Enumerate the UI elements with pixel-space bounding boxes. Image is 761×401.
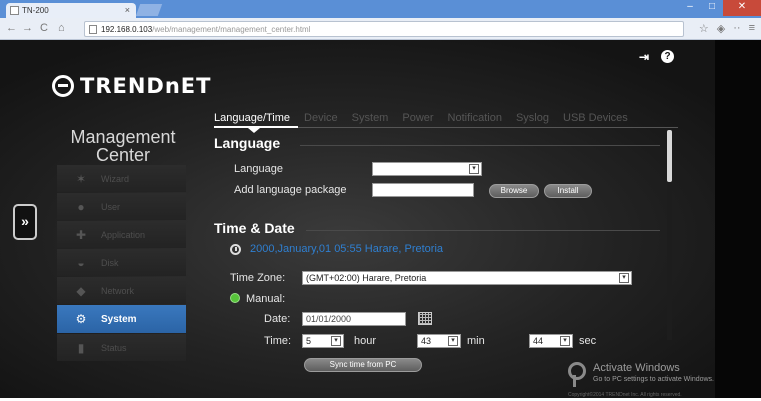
close-tab-icon[interactable]: × — [125, 5, 130, 15]
browser-titlebar: TN-200 × – □ ✕ — [0, 0, 761, 18]
activate-windows-title: Activate Windows — [593, 362, 680, 374]
chevron-down-icon: ▾ — [619, 273, 629, 283]
clock-icon — [230, 244, 241, 255]
activate-windows-subtitle: Go to PC settings to activate Windows. — [593, 376, 714, 383]
time-date-divider — [306, 230, 660, 231]
url-path: /web/management/management_center.html — [152, 25, 311, 34]
browser-tab[interactable]: TN-200 × — [6, 3, 136, 18]
chevron-down-icon: ▾ — [469, 164, 479, 174]
system-gear-icon: ⚙ — [75, 312, 87, 326]
timezone-label: Time Zone: — [230, 272, 286, 284]
back-arrow-icon[interactable]: ← — [6, 22, 17, 34]
active-tab-notch — [248, 128, 260, 133]
tab-device[interactable]: Device — [304, 112, 338, 124]
language-select[interactable]: ▾ — [372, 162, 482, 176]
scrollbar-thumb[interactable] — [667, 130, 672, 182]
language-divider — [300, 145, 660, 146]
home-icon[interactable]: ⌂ — [58, 22, 65, 34]
disk-icon: ◒ — [77, 255, 85, 270]
time-date-heading: Time & Date — [214, 220, 295, 236]
minute-select[interactable]: 43 ▾ — [417, 334, 461, 348]
browser-toolbar: ← → C ⌂ 192.168.0.103/web/management/man… — [0, 18, 761, 40]
user-icon: ● — [77, 199, 85, 214]
forward-arrow-icon[interactable]: → — [22, 22, 33, 34]
menu-icon[interactable]: ≡ — [749, 22, 755, 35]
logo-wordmark: TRENDnET — [80, 74, 212, 98]
current-datetime: 2000,January,01 05:55 Harare, Pretoria — [250, 243, 444, 255]
window-controls: – □ ✕ — [679, 0, 761, 16]
add-language-package-label: Add language package — [234, 184, 347, 196]
sidebar-menu: ✶ Wizard ● User ✚ Application ◒ Disk ◆ N… — [57, 165, 186, 362]
chevron-down-icon: ▾ — [331, 336, 341, 346]
time-label: Time: — [264, 335, 292, 347]
extension-icon[interactable]: ◈ — [717, 22, 725, 35]
second-select[interactable]: 44 ▾ — [529, 334, 573, 348]
sidebar-item-system[interactable]: ⚙ System — [57, 305, 186, 333]
chevron-down-icon: ▾ — [560, 336, 570, 346]
tab-power[interactable]: Power — [402, 112, 433, 124]
puzzle-icon: ✚ — [75, 227, 87, 242]
date-input[interactable]: 01/01/2000 — [302, 312, 406, 326]
help-icon[interactable]: ? — [661, 50, 675, 63]
key-icon — [565, 362, 586, 387]
hour-unit: hour — [354, 335, 377, 347]
browser-extensions: ☆ ◈ ·· ≡ — [699, 22, 755, 35]
sidebar-item-disk[interactable]: ◒ Disk — [57, 249, 186, 276]
trendnet-logo: TRENDnET — [52, 74, 211, 98]
logo-mark-icon — [52, 75, 74, 97]
header-actions: ⇥ ? — [639, 50, 675, 64]
status-bars-icon: ▮ — [77, 340, 85, 355]
tab-notification[interactable]: Notification — [448, 112, 502, 124]
tab-system[interactable]: System — [352, 112, 389, 124]
new-tab-button[interactable] — [135, 4, 163, 16]
sync-time-button[interactable]: Sync time from PC — [304, 358, 422, 372]
timezone-select[interactable]: (GMT+02:00) Harare, Pretoria ▾ — [302, 271, 632, 285]
reload-icon[interactable]: C — [40, 22, 48, 34]
minimize-icon[interactable]: – — [679, 0, 701, 16]
manual-label: Manual: — [246, 293, 286, 305]
tab-syslog[interactable]: Syslog — [516, 112, 549, 124]
sidebar-item-application[interactable]: ✚ Application — [57, 221, 186, 248]
hour-select[interactable]: 5 ▾ — [302, 334, 344, 348]
sidebar-item-network[interactable]: ◆ Network — [57, 277, 186, 304]
network-icon: ◆ — [76, 283, 86, 298]
address-bar[interactable]: 192.168.0.103/web/management/management_… — [84, 21, 684, 37]
maximize-icon[interactable]: □ — [701, 0, 723, 16]
sidebar-item-user[interactable]: ● User — [57, 193, 186, 220]
page-right-margin — [715, 40, 761, 401]
chevron-down-icon: ▾ — [448, 336, 458, 346]
tab-usb-devices[interactable]: USB Devices — [563, 112, 628, 124]
more-icon[interactable]: ·· — [733, 22, 740, 35]
tab-language-time[interactable]: Language/Time — [214, 112, 290, 124]
wand-icon: ✶ — [75, 171, 87, 186]
page-favicon-icon — [10, 6, 19, 15]
management-center-title: Management Center — [70, 127, 176, 165]
calendar-icon[interactable] — [418, 312, 432, 325]
manual-radio[interactable] — [230, 293, 240, 303]
page-icon — [89, 25, 97, 34]
browser-tab-title: TN-200 — [22, 6, 49, 15]
url-host: 192.168.0.103 — [101, 25, 153, 34]
sidebar-item-wizard[interactable]: ✶ Wizard — [57, 165, 186, 192]
window-close-icon[interactable]: ✕ — [723, 0, 761, 16]
expand-sidebar-button[interactable]: » — [13, 204, 37, 240]
install-button[interactable]: Install — [544, 184, 592, 198]
settings-tabs: Language/Time Device System Power Notifi… — [214, 112, 642, 124]
language-heading: Language — [214, 135, 281, 151]
logout-icon[interactable]: ⇥ — [639, 50, 649, 64]
second-unit: sec — [579, 335, 597, 347]
language-label: Language — [234, 163, 283, 175]
minute-unit: min — [467, 335, 485, 347]
star-icon[interactable]: ☆ — [699, 22, 709, 35]
date-label: Date: — [264, 313, 291, 325]
sidebar-item-status[interactable]: ▮ Status — [57, 334, 186, 361]
browse-button[interactable]: Browse — [489, 184, 539, 198]
language-package-file-input[interactable] — [372, 183, 474, 197]
